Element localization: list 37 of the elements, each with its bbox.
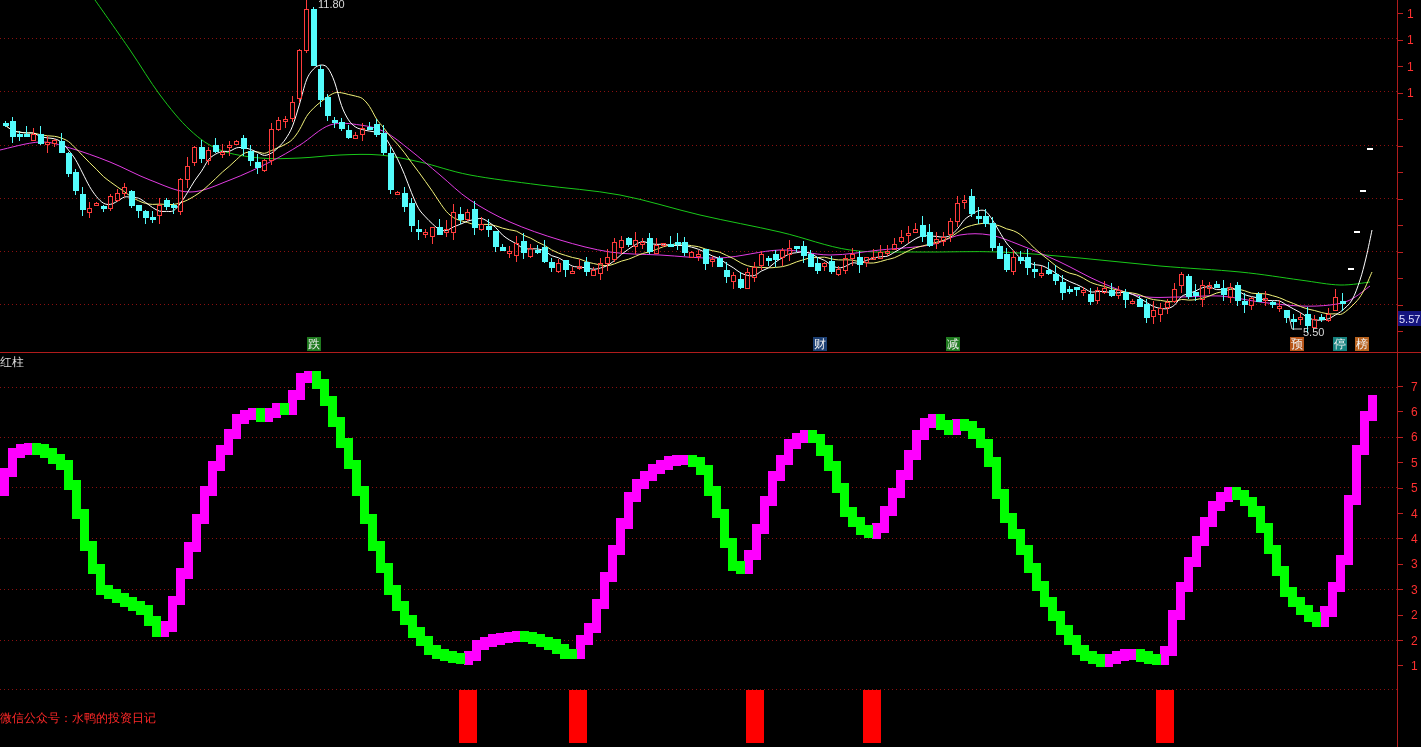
axis-label: 1 [1407,6,1414,21]
axis-label: 2 [1411,633,1418,648]
axis-label: 4 [1411,506,1418,521]
axis-label: 5 [1411,455,1418,470]
signal-marker[interactable]: 跌 [307,337,321,351]
axis-label: 1 [1407,86,1414,100]
axis-label: 1 [1407,33,1414,47]
signal-marker[interactable]: 榜 [1355,337,1369,351]
signal-bar [569,690,587,743]
signal-bar [746,690,764,743]
signal-bar [863,690,881,743]
dash-mark-icon [1354,231,1360,233]
low-price-label: 5.50 [1303,326,1325,338]
axis-label: 2 [1411,608,1418,623]
high-price-label: 11.80 [318,0,345,10]
axis-label: 5 [1411,481,1418,496]
dash-mark-icon [1348,268,1354,270]
leader-line [1288,315,1303,330]
axis-label: 4 [1411,531,1418,546]
dash-mark-icon [1367,148,1373,150]
axis-label: 6 [1411,430,1418,445]
signal-marker[interactable]: 减 [946,337,960,351]
axis-label: 1 [1411,658,1418,673]
signal-marker[interactable]: 停 [1333,337,1347,351]
indicator-title: 红柱 [0,355,24,369]
axis-label: 3 [1411,557,1418,572]
dash-mark-icon [1360,190,1366,192]
axis-label: 6 [1411,404,1418,419]
axis-label: 1 [1407,59,1414,74]
axis-label: 3 [1411,582,1418,597]
axis-label: 7 [1411,379,1418,394]
signal-marker[interactable]: 预 [1290,337,1304,351]
signal-bar [459,690,477,743]
signal-bar [1156,690,1174,743]
last-price-label: 5.57 [1398,311,1421,326]
footer-note: 微信公众号：水鸭的投资日记 [0,711,156,725]
signal-marker[interactable]: 财 [813,337,827,351]
